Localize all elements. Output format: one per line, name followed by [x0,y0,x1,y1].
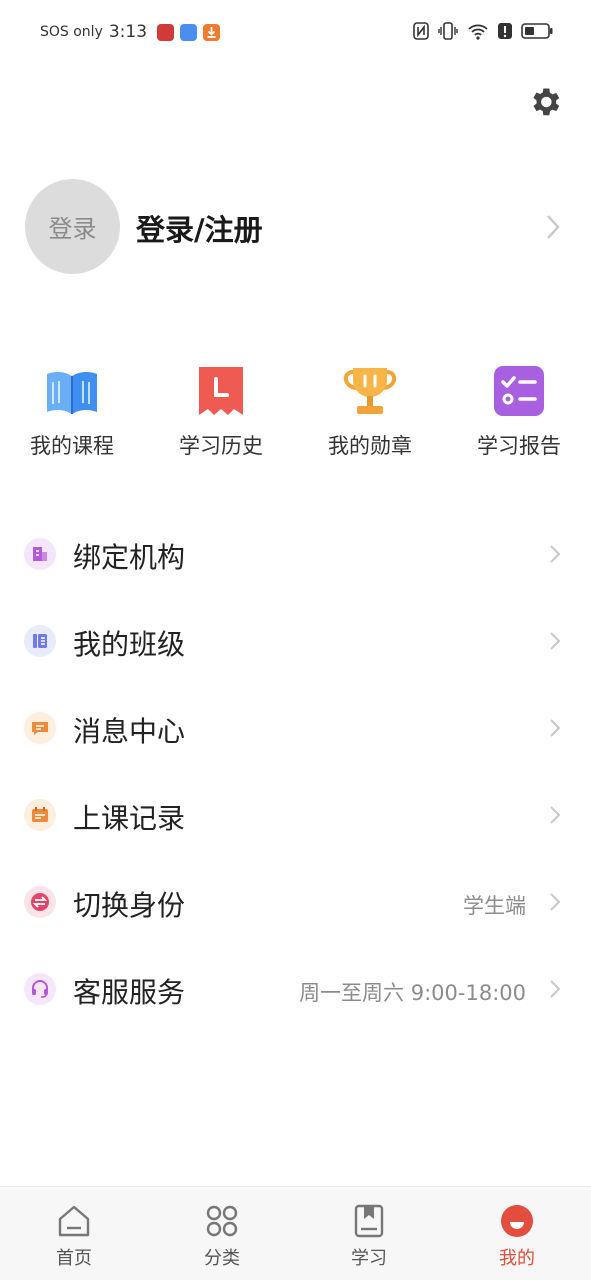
profile-icon [499,1203,535,1239]
menu-item-switch-identity[interactable]: 切换身份 学生端 [0,860,591,947]
nav-tab-mine[interactable]: 我的 [467,1203,567,1270]
category-icon [204,1203,240,1239]
menu-item-customer-service[interactable]: 客服服务 周一至周六 9:00-18:00 [0,947,591,1034]
report-list-icon [490,362,548,420]
nfc-icon [413,22,429,44]
menu-item-message-center[interactable]: 消息中心 [0,686,591,773]
chevron-right-icon [549,544,561,568]
headset-icon [24,973,56,1005]
menu-item-label: 我的班级 [73,628,186,661]
history-bookmark-icon [192,362,250,420]
menu-item-my-class[interactable]: 我的班级 [0,599,591,686]
quick-link-study-history[interactable]: 学习历史 [146,362,296,460]
nav-tab-label: 分类 [204,1248,240,1269]
current-identity-value: 学生端 [463,894,526,918]
menu-item-class-records[interactable]: 上课记录 [0,773,591,860]
settings-gear-icon[interactable] [527,84,563,120]
status-bar: SOS only 3:13 [0,0,591,66]
menu-item-label: 上课记录 [73,802,186,835]
quick-link-label: 学习报告 [477,434,561,458]
switch-icon [24,886,56,918]
avatar-text: 登录 [48,215,97,243]
nav-tab-home[interactable]: 首页 [24,1203,124,1270]
quick-link-study-report[interactable]: 学习报告 [444,362,591,460]
clock: 3:13 [108,22,148,42]
nav-tab-category[interactable]: 分类 [172,1203,272,1270]
nav-tab-label: 学习 [351,1248,387,1269]
settings-menu: 绑定机构 我的班级 消息中心 上课记录 切换身份 学生端 客服服务 周一至周六 … [0,512,591,1034]
nav-tab-label: 我的 [499,1248,535,1269]
trophy-icon [341,362,399,420]
quick-link-label: 我的勋章 [328,434,412,458]
alert-icon [498,22,512,44]
battery-icon [521,22,553,44]
download-notification-icon [203,23,221,41]
chevron-right-icon [545,213,561,245]
building-icon [24,538,56,570]
quick-links: 我的课程 学习历史 我的勋章 学习报告 [0,362,591,472]
nav-tab-study[interactable]: 学习 [319,1203,419,1270]
chevron-right-icon [549,892,561,916]
app-notification-icon [180,23,198,41]
avatar[interactable]: 登录 [25,179,120,274]
service-hours-value: 周一至周六 9:00-18:00 [299,981,526,1005]
menu-item-label: 绑定机构 [73,541,186,574]
chevron-right-icon [549,718,561,742]
chevron-right-icon [549,631,561,655]
menu-item-label: 客服服务 [73,976,186,1009]
vibrate-icon [438,22,458,44]
menu-item-bind-institution[interactable]: 绑定机构 [0,512,591,599]
login-entry[interactable]: 登录 登录/注册 [25,179,565,275]
chevron-right-icon [549,805,561,829]
wifi-icon [467,22,489,44]
chevron-right-icon [549,979,561,1003]
open-book-icon [43,362,101,420]
book-icon [351,1203,387,1239]
home-icon [56,1203,92,1239]
quick-link-label: 学习历史 [179,434,263,458]
quick-link-my-courses[interactable]: 我的课程 [0,362,147,460]
login-register-title[interactable]: 登录/注册 [136,207,263,249]
menu-item-label: 消息中心 [73,715,186,748]
app-notification-icon [157,23,175,41]
nav-tab-label: 首页 [56,1248,92,1269]
carrier-text: SOS only [40,24,103,40]
bottom-nav: 首页 分类 学习 我的 [0,1186,591,1280]
message-icon [24,712,56,744]
class-icon [24,625,56,657]
calendar-icon [24,799,56,831]
quick-link-label: 我的课程 [30,434,114,458]
menu-item-label: 切换身份 [73,889,186,922]
quick-link-my-medals[interactable]: 我的勋章 [295,362,445,460]
